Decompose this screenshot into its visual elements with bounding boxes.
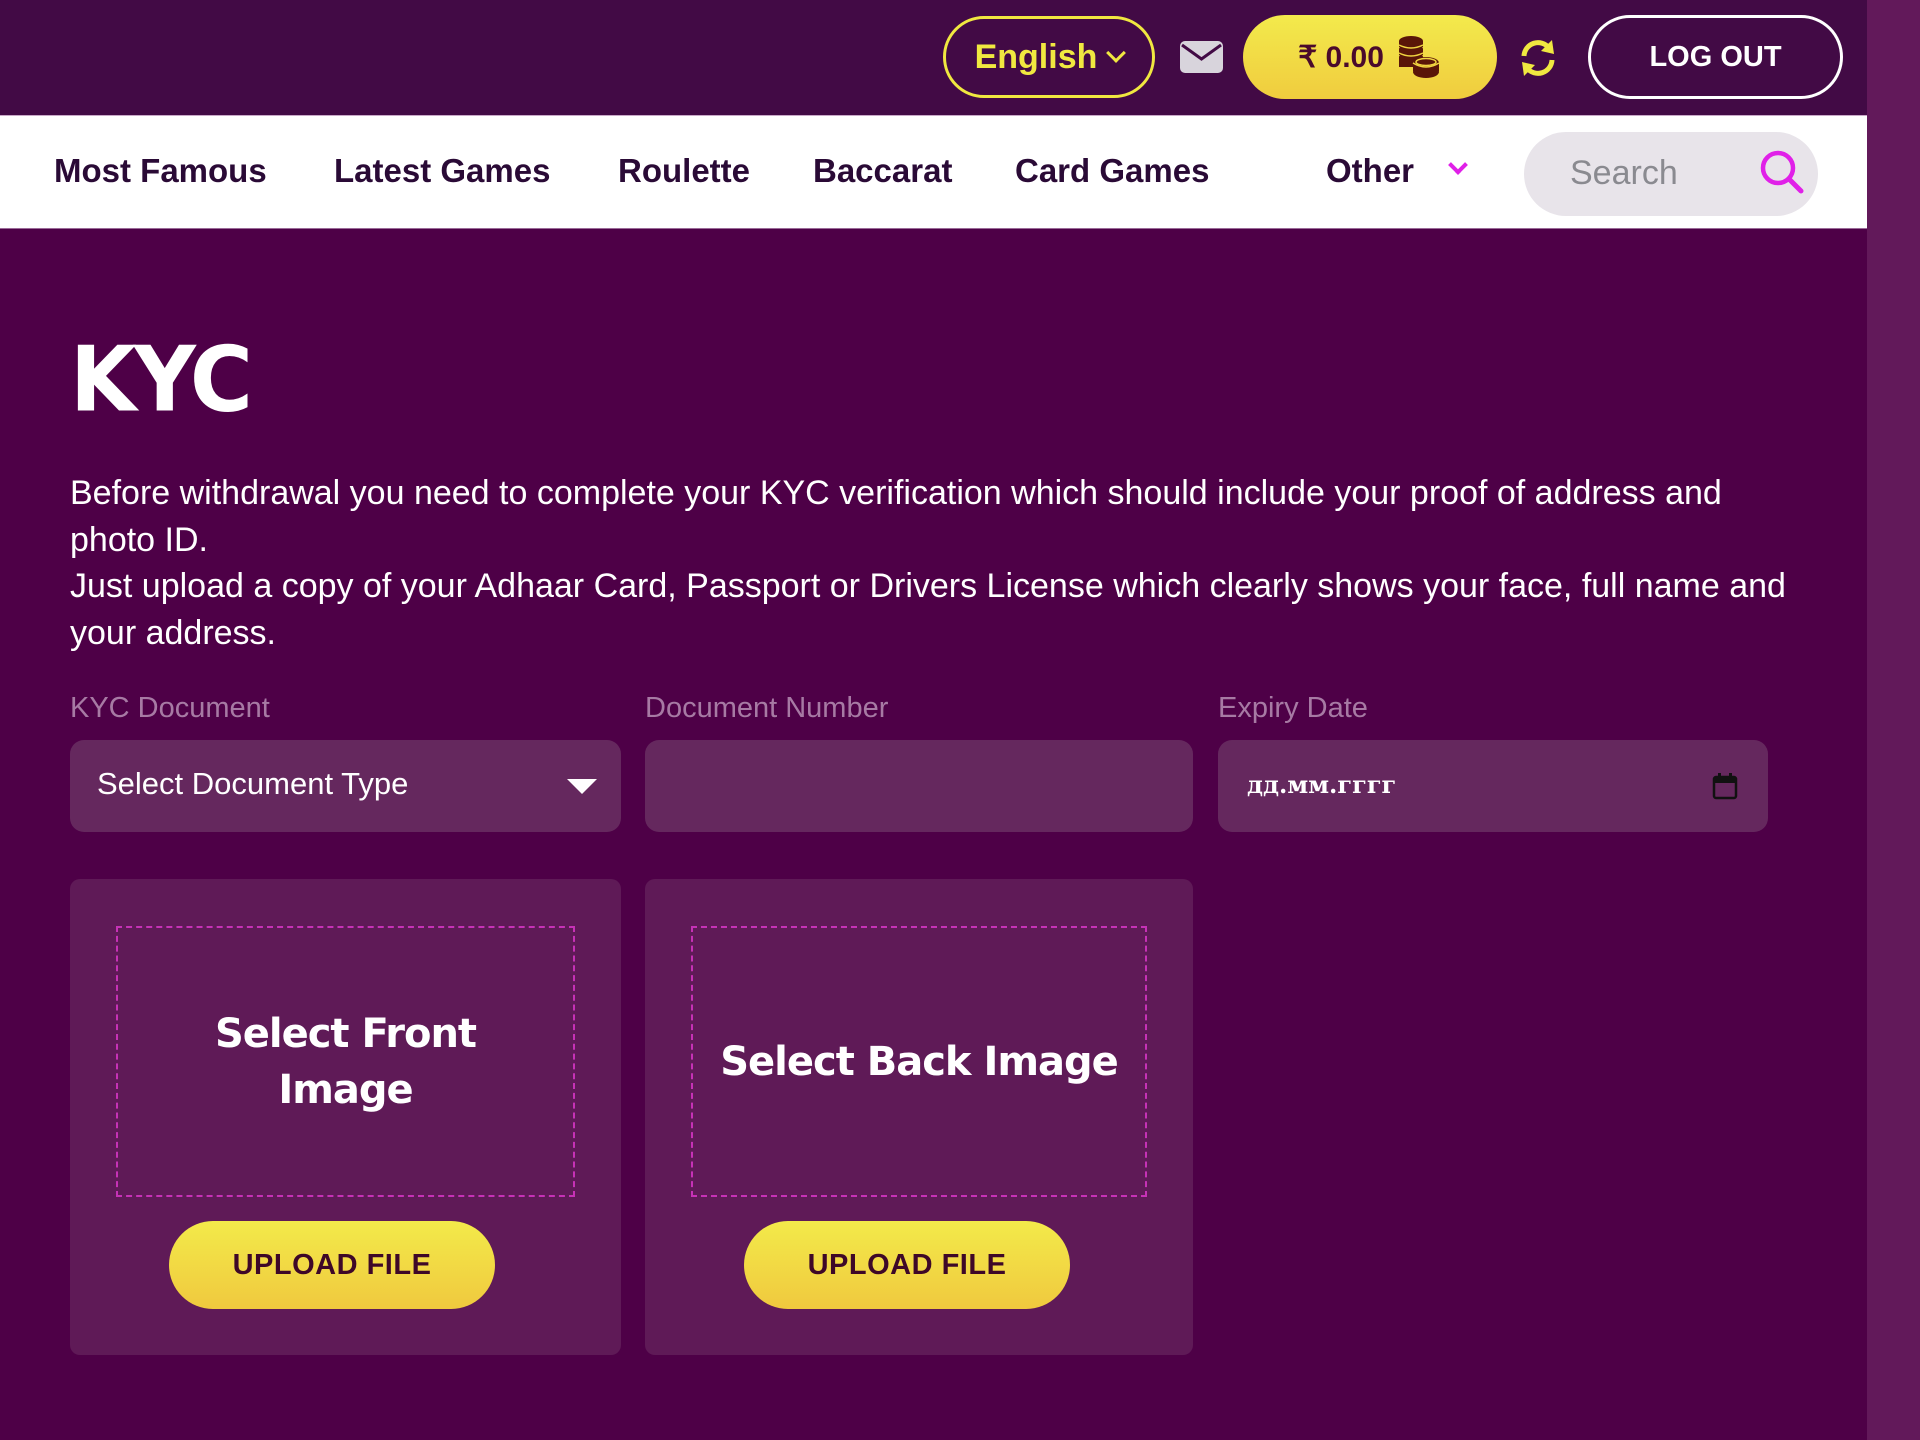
language-selector[interactable]: English [943, 16, 1155, 98]
caret-down-icon [567, 779, 597, 794]
document-number-input[interactable] [645, 740, 1193, 832]
balance-amount: ₹ 0.00 [1298, 40, 1384, 74]
nav-item-other[interactable]: Other [1326, 152, 1414, 190]
upload-back-button[interactable]: UPLOAD FILE [744, 1221, 1070, 1309]
expiry-date-placeholder: дд.мм.гггг [1247, 770, 1397, 799]
search-input[interactable] [1570, 150, 1740, 196]
coins-icon [1398, 36, 1440, 78]
chevron-down-icon [1106, 43, 1127, 63]
nav-item-latest-games[interactable]: Latest Games [334, 152, 550, 190]
language-label: English [974, 37, 1098, 76]
front-image-dropzone[interactable]: Select Front Image [116, 926, 575, 1197]
upload-front-button[interactable]: UPLOAD FILE [169, 1221, 495, 1309]
page-side-strip [1867, 0, 1920, 1440]
document-type-select[interactable]: Select Document Type [70, 740, 621, 832]
search-box [1524, 132, 1818, 216]
chevron-down-icon[interactable] [1448, 155, 1468, 175]
front-image-card: Select Front Image UPLOAD FILE [70, 879, 621, 1355]
instructions-line-2: Just upload a copy of your Adhaar Card, … [70, 567, 1786, 652]
expiry-date-field[interactable]: дд.мм.гггг [1218, 740, 1768, 832]
calendar-icon[interactable] [1712, 772, 1738, 800]
back-image-dropzone[interactable]: Select Back Image [691, 926, 1147, 1197]
nav-item-roulette[interactable]: Roulette [618, 152, 750, 190]
document-type-value: Select Document Type [97, 766, 409, 801]
top-header: English ₹ 0.00 LOG OUT [0, 0, 1867, 115]
mail-icon[interactable] [1179, 40, 1224, 74]
expiry-date-label: Expiry Date [1218, 692, 1368, 724]
back-image-card: Select Back Image UPLOAD FILE [645, 879, 1193, 1355]
nav-item-most-famous[interactable]: Most Famous [54, 152, 267, 190]
nav-item-baccarat[interactable]: Baccarat [813, 152, 952, 190]
search-icon[interactable] [1756, 146, 1808, 198]
nav-item-card-games[interactable]: Card Games [1015, 152, 1209, 190]
document-number-field [645, 740, 1193, 832]
logout-button[interactable]: LOG OUT [1588, 15, 1843, 99]
document-number-label: Document Number [645, 692, 889, 724]
balance-button[interactable]: ₹ 0.00 [1243, 15, 1497, 99]
instructions-line-1: Before withdrawal you need to complete y… [70, 474, 1722, 559]
page-title: KYC [70, 327, 253, 433]
kyc-instructions: Before withdrawal you need to complete y… [70, 470, 1790, 656]
category-nav: Most Famous Latest Games Roulette Baccar… [0, 115, 1867, 229]
kyc-document-label: KYC Document [70, 692, 270, 724]
refresh-icon[interactable] [1516, 36, 1560, 80]
